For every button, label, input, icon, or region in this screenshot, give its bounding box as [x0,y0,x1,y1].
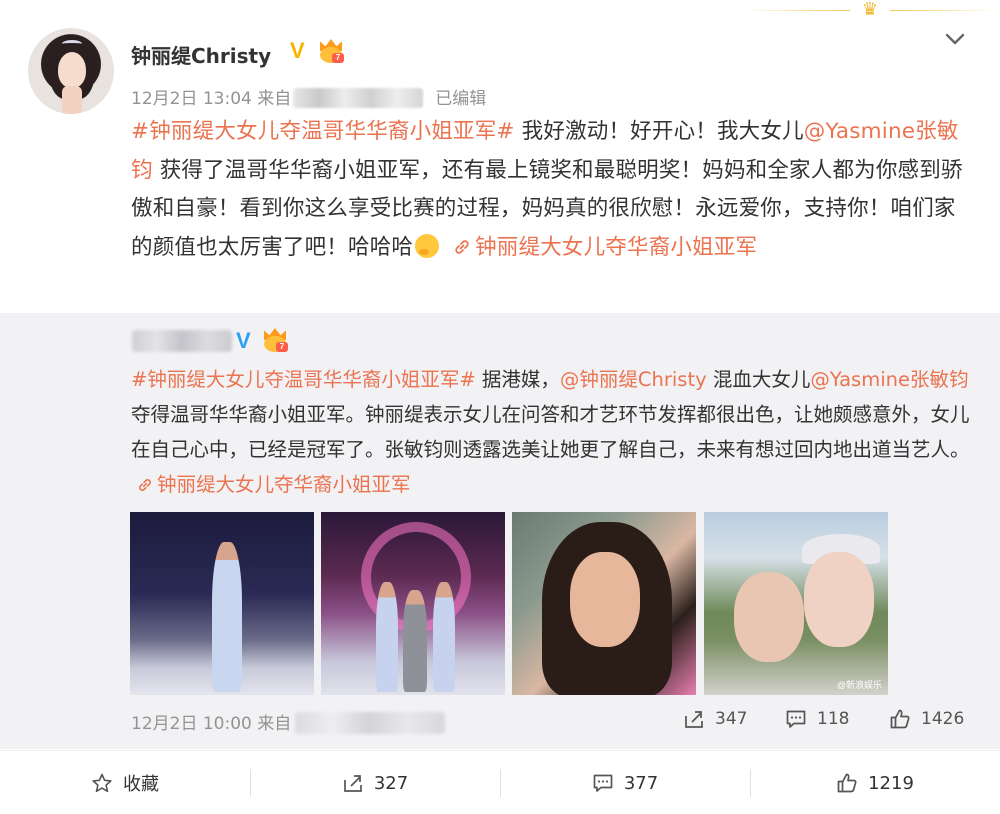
chevron-down-icon[interactable] [944,30,966,48]
repost-button[interactable]: 327 [250,751,500,814]
repost-like-stat[interactable]: 1426 [889,708,964,730]
like-count: 1219 [868,772,914,794]
star-icon [92,773,112,793]
repost-time[interactable]: 12月2日 10:00 [131,714,252,734]
repost-like-count: 1426 [921,709,965,729]
blurred-repost-username[interactable] [132,330,232,352]
link-icon [455,239,469,254]
post-meta: 12月2日 13:04 来自 已编辑 [131,84,486,109]
repost-forward-stat[interactable]: 347 [683,708,747,730]
source-prefix: 来自 [257,714,292,734]
weibo-post: 钟丽缇Christy V 7 12月2日 13:04 来自 已编辑 #钟丽缇大女儿… [0,0,1000,814]
repost-meta: 12月2日 10:00 来自 [131,709,446,734]
action-bar: 收藏 327 377 1219 [0,750,1000,814]
photo-thumbnail[interactable] [512,512,696,695]
content-text: 混血大女儿 [706,368,811,391]
mention-link[interactable]: @钟丽缇Christy [560,368,707,391]
like-button[interactable]: 1219 [750,751,1000,814]
thinking-emoji-icon [415,233,440,258]
photo-thumbnail[interactable] [130,512,314,695]
thumbs-up-icon [837,773,857,793]
verified-gold-icon[interactable]: V [290,40,312,62]
share-icon [343,775,362,792]
photo-thumbnail[interactable] [321,512,505,695]
member-badge-icon[interactable]: 7 [262,328,288,352]
topic-link[interactable]: 钟丽缇大女儿夺华裔小姐亚军 [475,235,757,260]
username[interactable]: 钟丽缇Christy [131,40,271,69]
repost-count: 327 [373,772,409,794]
source-prefix: 来自 [257,89,292,109]
topic-hashtag[interactable]: #钟丽缇大女儿夺温哥华华裔小姐亚军# [131,119,515,144]
favorite-button[interactable]: 收藏 [0,751,250,814]
repost-comment-stat[interactable]: 118 [785,708,849,730]
comment-icon [593,774,613,792]
share-icon [685,711,703,728]
photo-thumbnail[interactable]: @新浪娱乐 [704,512,888,695]
thumbs-up-icon [890,709,910,729]
link-icon [139,479,151,491]
avatar[interactable] [28,28,114,114]
comment-icon [786,710,806,728]
member-badge-icon[interactable]: 7 [318,39,344,63]
blurred-source [293,88,424,108]
verified-blue-icon[interactable]: V [236,328,251,354]
comment-button[interactable]: 377 [500,751,750,814]
repost-content: #钟丽缇大女儿夺温哥华华裔小姐亚军# 据港媒，@钟丽缇Christy 混血大女儿… [131,362,971,502]
photo-watermark: @新浪娱乐 [836,680,882,690]
post-content: #钟丽缇大女儿夺温哥华华裔小姐亚军# 我好激动！好开心！我大女儿@Yasmine… [131,113,971,267]
topic-link[interactable]: 钟丽缇大女儿夺华裔小姐亚军 [157,473,411,496]
content-text: 夺得温哥华华裔小姐亚军。钟丽缇表示女儿在问答和才艺环节发挥都很出色，让她颇感意外… [131,403,970,461]
photo-figure [212,542,242,692]
edited-label[interactable]: 已编辑 [435,89,486,109]
repost-comment-count: 118 [817,709,850,729]
favorite-label: 收藏 [123,774,159,795]
mention-link[interactable]: @Yasmine张敏钧 [810,368,968,391]
post-time[interactable]: 12月2日 13:04 [131,89,252,109]
content-text: 据港媒， [475,368,560,391]
topic-hashtag[interactable]: #钟丽缇大女儿夺温哥华华裔小姐亚军# [131,368,476,391]
blurred-source [295,712,446,734]
comment-count: 377 [623,772,659,794]
content-text: 我好激动！好开心！我大女儿 [514,119,804,144]
repost-forward-count: 347 [715,709,748,729]
